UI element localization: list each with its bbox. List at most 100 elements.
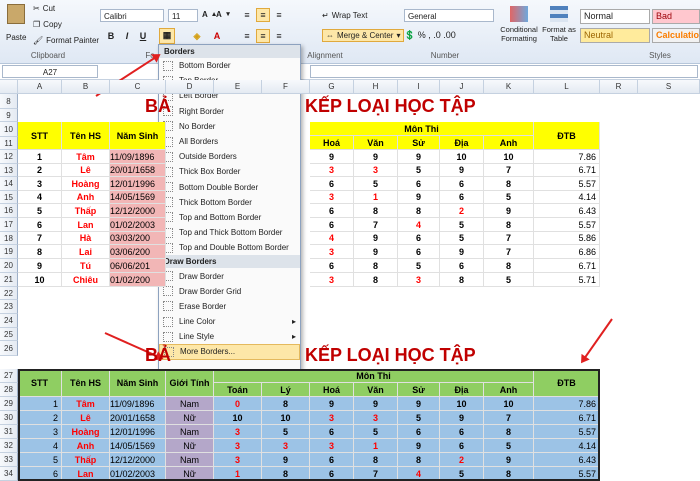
- column-header[interactable]: B: [62, 80, 110, 94]
- header-ly[interactable]: Lý: [262, 383, 310, 397]
- cell-ten[interactable]: Chiêu: [62, 273, 110, 287]
- cell-ngay[interactable]: 03/06/200: [110, 245, 166, 259]
- cell-ly[interactable]: 5: [262, 425, 310, 439]
- cell-ngay[interactable]: 12/01/1996: [110, 177, 166, 191]
- cell-dtb[interactable]: 5.57: [534, 218, 600, 232]
- align-bottom-button[interactable]: ≡: [272, 8, 286, 22]
- cell-su[interactable]: 8: [398, 204, 440, 218]
- cell-ten[interactable]: Lan: [62, 218, 110, 232]
- cell-dtb[interactable]: 5.71: [534, 273, 600, 287]
- column-header[interactable]: L: [534, 80, 600, 94]
- cell-dia[interactable]: 9: [440, 411, 484, 425]
- merge-center-button[interactable]: ⇔ Merge & Center ▾: [322, 29, 405, 42]
- cell-ten[interactable]: Hoàng: [62, 425, 110, 439]
- cell-su[interactable]: 6: [398, 425, 440, 439]
- header-su[interactable]: Sử: [398, 383, 440, 397]
- row-header[interactable]: 27: [0, 369, 18, 383]
- cell-anh[interactable]: 9: [484, 204, 534, 218]
- cell-stt[interactable]: 4: [18, 191, 62, 204]
- cell-stt[interactable]: 1: [18, 150, 62, 164]
- cell-anh[interactable]: 8: [484, 218, 534, 232]
- cell-anh[interactable]: 5: [484, 273, 534, 287]
- header-mon-thi[interactable]: Môn Thi: [310, 122, 534, 136]
- header-ngay[interactable]: Năm Sinh: [110, 122, 166, 150]
- cell-anh[interactable]: 5: [484, 439, 534, 453]
- menu-item-bottom-border[interactable]: Bottom Border: [159, 58, 300, 73]
- cell-hoa[interactable]: 6: [310, 177, 354, 191]
- menu-item-bottom-double-border[interactable]: Bottom Double Border: [159, 180, 300, 195]
- cell-stt[interactable]: 7: [18, 232, 62, 245]
- cell-anh[interactable]: 7: [484, 245, 534, 259]
- row-header[interactable]: 14: [0, 177, 18, 191]
- cell-van[interactable]: 8: [354, 273, 398, 287]
- cell-gioi[interactable]: Nam: [166, 397, 214, 411]
- header-dtb[interactable]: ĐTB: [534, 122, 600, 150]
- cell-van[interactable]: 7: [354, 218, 398, 232]
- cell-ly[interactable]: 8: [262, 397, 310, 411]
- menu-item-thick-box-border[interactable]: Thick Box Border: [159, 164, 300, 179]
- select-all-corner[interactable]: [0, 80, 18, 94]
- format-as-table-button[interactable]: Format as Table: [540, 6, 578, 43]
- cell-van[interactable]: 8: [354, 204, 398, 218]
- header-hoa[interactable]: Hoá: [310, 383, 354, 397]
- style-bad[interactable]: Bad: [652, 9, 700, 24]
- cell-stt[interactable]: 1: [18, 397, 62, 411]
- row-header[interactable]: 12: [0, 150, 18, 164]
- cell-hoa[interactable]: 6: [310, 467, 354, 481]
- header-dtb[interactable]: ĐTB: [534, 369, 600, 397]
- cell-hoa[interactable]: 9: [310, 397, 354, 411]
- cell-van[interactable]: 7: [354, 467, 398, 481]
- cell-gioi[interactable]: Nam: [166, 453, 214, 467]
- cell-toan[interactable]: 0: [214, 397, 262, 411]
- cell-su[interactable]: 9: [398, 150, 440, 164]
- cell-stt[interactable]: 8: [18, 245, 62, 259]
- row-header[interactable]: 24: [0, 314, 18, 328]
- menu-item-right-border[interactable]: Right Border: [159, 104, 300, 119]
- cell-ngay[interactable]: 12/12/2000: [110, 453, 166, 467]
- cell-stt[interactable]: 6: [18, 218, 62, 232]
- cell-hoa[interactable]: 6: [310, 259, 354, 273]
- cell-su[interactable]: 5: [398, 259, 440, 273]
- row-header[interactable]: 25: [0, 328, 18, 341]
- cell-dtb[interactable]: 6.71: [534, 164, 600, 177]
- cell-hoa[interactable]: 6: [310, 425, 354, 439]
- wrap-text-button[interactable]: ↵ Wrap Text: [322, 11, 367, 20]
- cell-hoa[interactable]: 3: [310, 164, 354, 177]
- cell-stt[interactable]: 5: [18, 453, 62, 467]
- cell-stt[interactable]: 2: [18, 164, 62, 177]
- fill-color-button[interactable]: ◈: [190, 29, 204, 43]
- cell-dtb[interactable]: 5.57: [534, 467, 600, 481]
- cell-stt[interactable]: 5: [18, 204, 62, 218]
- menu-item-top-and-double-bottom-border[interactable]: Top and Double Bottom Border: [159, 240, 300, 255]
- header-gioi[interactable]: Giới Tính: [166, 369, 214, 397]
- row-header[interactable]: 29: [0, 397, 18, 411]
- cell-gioi[interactable]: Nữ: [166, 467, 214, 481]
- cell-ten[interactable]: Anh: [62, 439, 110, 453]
- row-header[interactable]: 34: [0, 467, 18, 481]
- cell-su[interactable]: 9: [398, 439, 440, 453]
- menu-item-erase-border[interactable]: Erase Border: [159, 299, 300, 314]
- menu-item-top-and-thick-bottom-border[interactable]: Top and Thick Bottom Border: [159, 225, 300, 240]
- cell-anh[interactable]: 5: [484, 191, 534, 204]
- cell-su[interactable]: 4: [398, 218, 440, 232]
- cell-gioi[interactable]: Nữ: [166, 439, 214, 453]
- cell-ten[interactable]: Lê: [62, 164, 110, 177]
- borders-button[interactable]: ▦: [159, 28, 175, 44]
- cell-toan[interactable]: 3: [214, 425, 262, 439]
- column-header[interactable]: E: [214, 80, 262, 94]
- cell-dtb[interactable]: 7.86: [534, 397, 600, 411]
- name-box[interactable]: A27: [2, 65, 98, 78]
- cell-ngay[interactable]: 01/02/2003: [110, 218, 166, 232]
- header-anh[interactable]: Anh: [484, 383, 534, 397]
- align-right-button[interactable]: ≡: [272, 29, 286, 43]
- menu-item-thick-bottom-border[interactable]: Thick Bottom Border: [159, 195, 300, 210]
- cell-anh[interactable]: 7: [484, 411, 534, 425]
- header-ten[interactable]: Tên HS: [62, 369, 110, 397]
- cell-van[interactable]: 3: [354, 164, 398, 177]
- format-painter-button[interactable]: 🖌 Format Painter: [33, 36, 99, 45]
- cell-dia[interactable]: 5: [440, 218, 484, 232]
- row-header[interactable]: 26: [0, 341, 18, 356]
- cell-dtb[interactable]: 6.43: [534, 204, 600, 218]
- cell-ten[interactable]: Anh: [62, 191, 110, 204]
- cell-ngay[interactable]: 14/05/1569: [110, 191, 166, 204]
